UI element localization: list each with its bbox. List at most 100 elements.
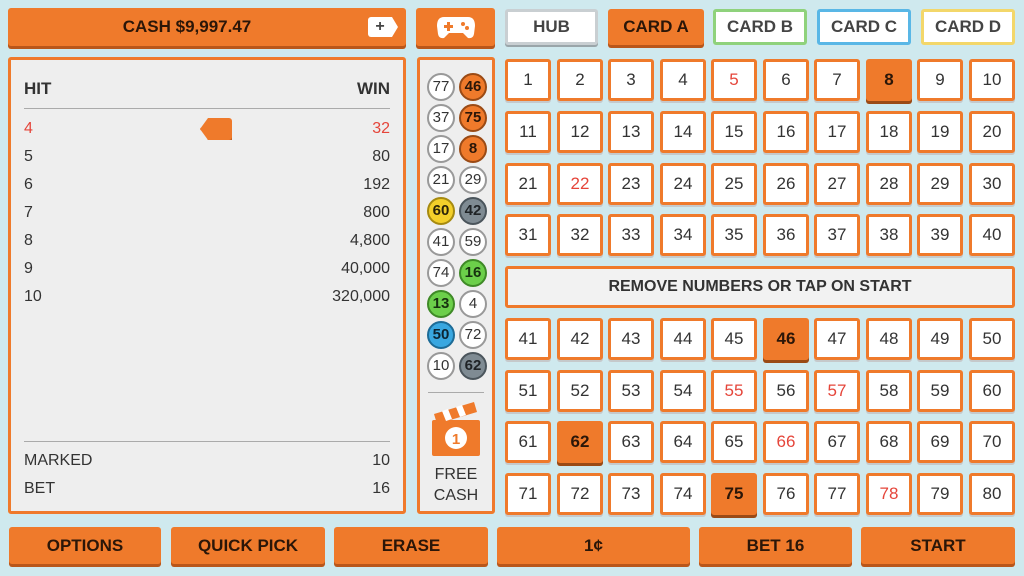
board-cell-77[interactable]: 77 [814, 473, 860, 515]
free-cash-icon[interactable]: 1 [430, 400, 482, 458]
board-cell-2[interactable]: 2 [557, 59, 603, 101]
board-cell-51[interactable]: 51 [505, 370, 551, 412]
board-cell-54[interactable]: 54 [660, 370, 706, 412]
tab-card-b[interactable]: CARD B [713, 9, 807, 45]
board-cell-69[interactable]: 69 [917, 421, 963, 463]
board-cell-74[interactable]: 74 [660, 473, 706, 515]
tab-hub[interactable]: HUB [505, 9, 598, 45]
board-cell-42[interactable]: 42 [557, 318, 603, 360]
board-cell-5[interactable]: 5 [711, 59, 757, 101]
board-cell-6[interactable]: 6 [763, 59, 809, 101]
board-cell-64[interactable]: 64 [660, 421, 706, 463]
denomination-button[interactable]: 1¢ [497, 527, 690, 564]
board-cell-9[interactable]: 9 [917, 59, 963, 101]
board-cell-3[interactable]: 3 [608, 59, 654, 101]
options-button[interactable]: OPTIONS [9, 527, 161, 564]
message-bar: REMOVE NUMBERS OR TAP ON START [505, 266, 1015, 308]
board-cell-25[interactable]: 25 [711, 163, 757, 205]
board-cell-79[interactable]: 79 [917, 473, 963, 515]
board-cell-11[interactable]: 11 [505, 111, 551, 153]
board-cell-73[interactable]: 73 [608, 473, 654, 515]
board-cell-27[interactable]: 27 [814, 163, 860, 205]
board-cell-32[interactable]: 32 [557, 214, 603, 256]
free-cash-label[interactable]: FREE CASH [420, 464, 492, 506]
gamepad-icon [436, 17, 475, 39]
board-cell-48[interactable]: 48 [866, 318, 912, 360]
board-cell-28[interactable]: 28 [866, 163, 912, 205]
tab-card-c[interactable]: CARD C [817, 9, 911, 45]
drawn-ball: 75 [459, 104, 487, 132]
board-cell-34[interactable]: 34 [660, 214, 706, 256]
board-cell-26[interactable]: 26 [763, 163, 809, 205]
board-cell-36[interactable]: 36 [763, 214, 809, 256]
board-cell-23[interactable]: 23 [608, 163, 654, 205]
board-cell-70[interactable]: 70 [969, 421, 1015, 463]
board-cell-44[interactable]: 44 [660, 318, 706, 360]
board-cell-35[interactable]: 35 [711, 214, 757, 256]
board-cell-37[interactable]: 37 [814, 214, 860, 256]
board-cell-43[interactable]: 43 [608, 318, 654, 360]
board-cell-20[interactable]: 20 [969, 111, 1015, 153]
board-cell-47[interactable]: 47 [814, 318, 860, 360]
board-cell-31[interactable]: 31 [505, 214, 551, 256]
board-cell-17[interactable]: 17 [814, 111, 860, 153]
erase-button[interactable]: ERASE [334, 527, 488, 564]
board-cell-39[interactable]: 39 [917, 214, 963, 256]
board-cell-10[interactable]: 10 [969, 59, 1015, 101]
board-cell-52[interactable]: 52 [557, 370, 603, 412]
board-cell-80[interactable]: 80 [969, 473, 1015, 515]
board-cell-19[interactable]: 19 [917, 111, 963, 153]
board-cell-67[interactable]: 67 [814, 421, 860, 463]
paytable-row: 5 80 [24, 144, 390, 172]
games-button[interactable] [416, 8, 495, 46]
board-cell-24[interactable]: 24 [660, 163, 706, 205]
bet-button[interactable]: BET 16 [699, 527, 852, 564]
board-cell-63[interactable]: 63 [608, 421, 654, 463]
board-cell-53[interactable]: 53 [608, 370, 654, 412]
board-cell-1[interactable]: 1 [505, 59, 551, 101]
board-cell-14[interactable]: 14 [660, 111, 706, 153]
board-cell-45[interactable]: 45 [711, 318, 757, 360]
board-cell-29[interactable]: 29 [917, 163, 963, 205]
board-cell-40[interactable]: 40 [969, 214, 1015, 256]
board-cell-30[interactable]: 30 [969, 163, 1015, 205]
board-cell-76[interactable]: 76 [763, 473, 809, 515]
add-cash-button[interactable]: + [368, 17, 398, 37]
board-cell-62[interactable]: 62 [557, 421, 603, 463]
board-cell-12[interactable]: 12 [557, 111, 603, 153]
board-cell-56[interactable]: 56 [763, 370, 809, 412]
board-cell-13[interactable]: 13 [608, 111, 654, 153]
board-cell-71[interactable]: 71 [505, 473, 551, 515]
board-cell-59[interactable]: 59 [917, 370, 963, 412]
start-button[interactable]: START [861, 527, 1015, 564]
board-cell-78[interactable]: 78 [866, 473, 912, 515]
board-cell-7[interactable]: 7 [814, 59, 860, 101]
quick-pick-button[interactable]: QUICK PICK [171, 527, 325, 564]
board-cell-15[interactable]: 15 [711, 111, 757, 153]
board-cell-16[interactable]: 16 [763, 111, 809, 153]
tab-card-a[interactable]: CARD A [608, 9, 704, 45]
board-cell-8[interactable]: 8 [866, 59, 912, 101]
board-cell-68[interactable]: 68 [866, 421, 912, 463]
board-cell-4[interactable]: 4 [660, 59, 706, 101]
board-cell-41[interactable]: 41 [505, 318, 551, 360]
board-cell-46[interactable]: 46 [763, 318, 809, 360]
board-cell-50[interactable]: 50 [969, 318, 1015, 360]
board-cell-49[interactable]: 49 [917, 318, 963, 360]
board-cell-55[interactable]: 55 [711, 370, 757, 412]
board-cell-72[interactable]: 72 [557, 473, 603, 515]
board-cell-75[interactable]: 75 [711, 473, 757, 515]
board-cell-38[interactable]: 38 [866, 214, 912, 256]
cash-bar[interactable]: CASH $9,997.47 + [8, 8, 406, 46]
board-cell-33[interactable]: 33 [608, 214, 654, 256]
board-cell-66[interactable]: 66 [763, 421, 809, 463]
board-cell-21[interactable]: 21 [505, 163, 551, 205]
board-cell-61[interactable]: 61 [505, 421, 551, 463]
board-cell-57[interactable]: 57 [814, 370, 860, 412]
board-cell-60[interactable]: 60 [969, 370, 1015, 412]
board-cell-65[interactable]: 65 [711, 421, 757, 463]
board-cell-18[interactable]: 18 [866, 111, 912, 153]
board-cell-58[interactable]: 58 [866, 370, 912, 412]
tab-card-d[interactable]: CARD D [921, 9, 1015, 45]
board-cell-22[interactable]: 22 [557, 163, 603, 205]
